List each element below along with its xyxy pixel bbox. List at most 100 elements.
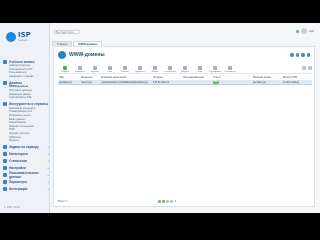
nav-group-title: Статистика — [9, 159, 27, 164]
filter-icon[interactable] — [302, 66, 306, 70]
users-icon — [3, 59, 7, 64]
isp-manager-window: ISP manager Учётные записи Администратор… — [0, 23, 320, 213]
table-row[interactable]: ascrbant.gz www-root /var/www/www-root/d… — [58, 80, 312, 85]
col-ip[interactable]: IP-адрес — [152, 76, 182, 79]
nav-group-tools: Инструменты и сервисы Файловый менеджер … — [3, 102, 49, 143]
logo[interactable]: ISP manager — [6, 31, 46, 43]
prev-page-icon[interactable] — [161, 200, 165, 203]
plus-icon — [63, 66, 67, 70]
page-title: WWW-домены — [69, 52, 105, 58]
more-button[interactable]: Ещё — [193, 63, 207, 73]
tools-icon — [3, 102, 7, 107]
content-panel: WWW-домены Создать Изменить Удалить Сайт… — [53, 46, 315, 207]
nav-group-header[interactable]: Задачи по серверу + — [3, 145, 49, 150]
expand-icon[interactable]: + — [47, 152, 49, 156]
logs-button[interactable]: Журналы — [133, 63, 147, 73]
toolbar-right — [302, 63, 312, 73]
help-icon[interactable] — [290, 53, 294, 57]
col-name[interactable]: Имя — [58, 76, 80, 79]
cell-base: ascrbant.gz — [253, 80, 266, 84]
user-data-icon — [3, 173, 7, 178]
toolbar: Создать Изменить Удалить Сайт Каталог Жу… — [58, 64, 312, 74]
page-number[interactable]: 1 — [175, 200, 176, 203]
nav-group-header[interactable]: Настройки + — [3, 166, 49, 171]
create-button[interactable]: Создать — [58, 63, 72, 73]
sidebar-item-ssl[interactable]: Сертификаты SSL — [3, 96, 49, 100]
cell-status: ВКЛ — [212, 80, 252, 85]
settings-icon[interactable] — [301, 53, 305, 57]
col-owner[interactable]: Владелец — [80, 76, 100, 79]
nav-group-header[interactable]: Пользовательские данные + — [3, 171, 49, 179]
nav-group-header[interactable]: Статистика + — [3, 159, 49, 164]
logo-icon — [6, 32, 16, 42]
nav-group-title: Интеграция — [9, 187, 28, 192]
user-menu[interactable]: root — [296, 28, 314, 34]
folder-icon — [123, 66, 127, 70]
refresh-icon[interactable] — [295, 53, 299, 57]
status-badge: ВКЛ — [213, 81, 220, 85]
nav-group-title: Настройки — [9, 166, 26, 171]
expand-icon[interactable]: + — [47, 145, 49, 149]
close-icon[interactable] — [306, 53, 310, 57]
logo-text: ISP — [18, 31, 31, 39]
cell-root: /var/www/www-root/data/www/ascrbant.gz — [101, 80, 148, 84]
bell-icon[interactable] — [296, 29, 300, 33]
col-base[interactable]: Базовый домен — [252, 76, 282, 79]
tasks-icon — [3, 145, 7, 150]
search-input[interactable] — [54, 30, 80, 34]
modules-button[interactable]: Модули — [178, 63, 192, 73]
sidebar-item-modules[interactable]: Модули — [3, 139, 49, 143]
avatar[interactable] — [301, 28, 308, 34]
expand-icon[interactable]: + — [47, 166, 49, 170]
site-button[interactable]: Сайт — [103, 63, 117, 73]
first-page-icon[interactable] — [157, 200, 161, 203]
nav-group-integration: Интеграция + — [3, 187, 49, 192]
expand-icon[interactable]: + — [47, 173, 49, 177]
page-header: WWW-домены — [58, 51, 105, 59]
user-name[interactable]: root — [309, 29, 314, 33]
files-button[interactable]: Файлы — [148, 63, 162, 73]
nav-group-title: Мониторинг — [9, 152, 29, 157]
next-page-icon[interactable] — [165, 200, 169, 203]
nav-group-header[interactable]: Интеграция + — [3, 187, 49, 192]
certificate-button[interactable]: Сертификат — [208, 63, 222, 73]
cell-owner: www-root — [81, 80, 92, 84]
monitor-icon — [3, 152, 7, 157]
more-icon — [198, 66, 202, 70]
nav-group-title: Задачи по серверу — [9, 145, 39, 150]
expand-icon[interactable]: + — [47, 159, 49, 163]
table-footer: Всего: 1 1 — [58, 199, 312, 204]
log-icon — [138, 66, 142, 70]
expand-icon[interactable]: + — [47, 187, 49, 191]
pager — [157, 200, 173, 203]
puzzle-icon — [3, 187, 7, 192]
total-count: Всего: 1 — [58, 200, 68, 203]
nav-group-parameters: Параметры + — [3, 180, 49, 185]
nav-group-monitoring: Мониторинг + — [3, 152, 49, 157]
nav-group-tasks: Задачи по серверу + — [3, 145, 49, 150]
col-redirect[interactable]: Перенаправление — [182, 76, 212, 79]
nav-group-accounts: Учётные записи Администраторы Пользовате… — [3, 59, 49, 78]
backup-button[interactable]: Резервные — [223, 63, 237, 73]
edit-button[interactable]: Изменить — [73, 63, 87, 73]
sidebar-item-tariff[interactable]: Сведения о тарифе — [3, 75, 49, 79]
nav-group-settings: Настройки + — [3, 166, 49, 171]
nav-group-header[interactable]: Параметры + — [3, 180, 49, 185]
statistics-button[interactable]: Статистика — [163, 63, 177, 73]
nav-group-statistics: Статистика + — [3, 159, 49, 164]
expand-icon[interactable]: + — [47, 180, 49, 184]
nav-group-header[interactable]: Мониторинг + — [3, 152, 49, 157]
last-page-icon[interactable] — [169, 200, 173, 203]
logo-subtitle: manager — [18, 39, 28, 42]
delete-button[interactable]: Удалить — [88, 63, 102, 73]
col-php[interactable]: Версия PHP — [282, 76, 312, 79]
gear-icon — [3, 166, 7, 171]
page-actions — [290, 53, 310, 57]
columns-icon[interactable] — [308, 66, 312, 70]
nav-group-title: Домены — [9, 80, 22, 85]
pencil-icon — [78, 66, 82, 70]
col-root[interactable]: Корневая директория — [100, 76, 152, 79]
directory-button[interactable]: Каталог — [118, 63, 132, 73]
puzzle-icon — [183, 66, 187, 70]
col-status[interactable]: Статус — [212, 76, 252, 79]
